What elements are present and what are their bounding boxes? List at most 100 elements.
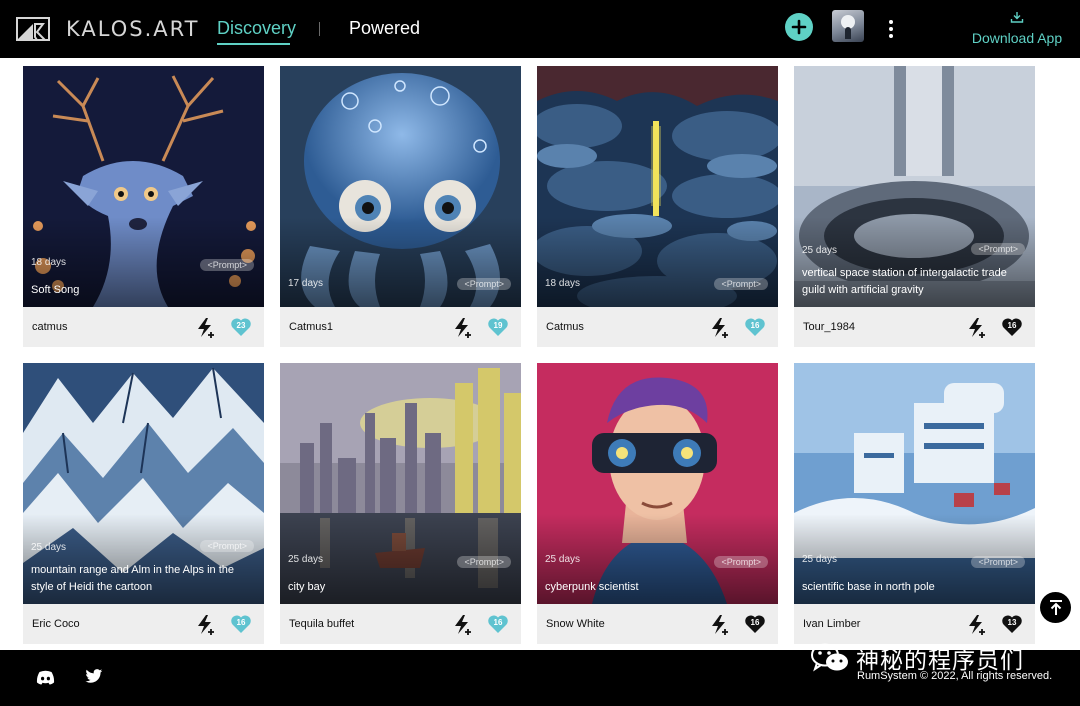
artwork-image[interactable]: 25 days <Prompt> vertical space station …: [794, 66, 1035, 307]
kalos-logo-icon: [16, 17, 50, 41]
artwork-title: cyberpunk scientist: [545, 581, 639, 593]
prompt-tag[interactable]: <Prompt>: [457, 556, 511, 568]
nav-divider: [319, 22, 320, 36]
logo-text: KALOS.ART: [66, 17, 200, 41]
like-count: 16: [493, 618, 503, 627]
like-button[interactable]: 13: [1001, 614, 1023, 634]
like-count: 13: [1007, 618, 1017, 627]
like-count: 23: [236, 321, 246, 330]
author-name[interactable]: Tour_1984: [803, 321, 855, 333]
age-label: 25 days: [31, 542, 67, 553]
artwork-card[interactable]: 18 days <Prompt> Catmus 16: [537, 66, 778, 347]
age-label: 25 days: [802, 245, 838, 256]
artwork-title: scientific base in north pole: [802, 581, 935, 593]
user-avatar[interactable]: [832, 10, 864, 42]
author-name[interactable]: Ivan Limber: [803, 618, 860, 630]
artwork-image[interactable]: 17 days <Prompt>: [280, 66, 521, 307]
age-label: 25 days: [288, 554, 324, 565]
card-footer: Catmus1 19: [280, 307, 521, 347]
like-count: 16: [750, 618, 760, 627]
artwork-image[interactable]: 25 days <Prompt> scientific base in nort…: [794, 363, 1035, 604]
discord-icon[interactable]: [36, 670, 55, 685]
artwork-title: Soft Song: [31, 284, 80, 296]
card-footer: Catmus 16: [537, 307, 778, 347]
twitter-icon[interactable]: [85, 669, 103, 684]
back-to-top-button[interactable]: [1040, 592, 1071, 623]
remix-bolt-icon[interactable]: [966, 317, 988, 339]
tab-powered[interactable]: Powered: [349, 18, 420, 39]
arrow-up-icon: [1049, 599, 1062, 615]
like-button[interactable]: 23: [230, 317, 252, 337]
author-name[interactable]: Snow White: [546, 618, 605, 630]
author-name[interactable]: Catmus1: [289, 321, 333, 333]
download-app-label: Download App: [971, 30, 1063, 46]
card-footer: Snow White 16: [537, 604, 778, 644]
artwork-card[interactable]: 25 days <Prompt> vertical space station …: [794, 66, 1035, 347]
download-icon: [1010, 12, 1024, 23]
age-label: 18 days: [31, 257, 67, 268]
artwork-card[interactable]: 17 days <Prompt> Catmus1 19: [280, 66, 521, 347]
wechat-icon: [811, 643, 848, 672]
artwork-image[interactable]: 25 days <Prompt> cyberpunk scientist: [537, 363, 778, 604]
footer: 神秘的程序员们 RumSystem © 2022, All rights res…: [0, 643, 1080, 706]
card-footer: Eric Coco 16: [23, 604, 264, 644]
artwork-title: city bay: [288, 581, 326, 593]
prompt-tag[interactable]: <Prompt>: [714, 278, 768, 290]
like-count: 16: [1007, 321, 1017, 330]
remix-bolt-icon[interactable]: [709, 614, 731, 636]
artwork-image[interactable]: 25 days <Prompt> mountain range and Alm …: [23, 363, 264, 604]
artwork-card[interactable]: 25 days <Prompt> cyberpunk scientist Sno…: [537, 363, 778, 644]
copyright-text: RumSystem © 2022, All rights reserved.: [857, 670, 1053, 682]
age-label: 25 days: [802, 554, 838, 565]
remix-bolt-icon[interactable]: [452, 317, 474, 339]
tab-discovery[interactable]: Discovery: [217, 18, 296, 39]
active-tab-indicator: [217, 43, 290, 45]
artwork-card[interactable]: 25 days <Prompt> scientific base in nort…: [794, 363, 1035, 644]
like-button[interactable]: 19: [487, 317, 509, 337]
artwork-title: vertical space station of intergalactic …: [802, 267, 1007, 296]
like-button[interactable]: 16: [1001, 317, 1023, 337]
like-count: 19: [493, 321, 503, 330]
remix-bolt-icon[interactable]: [195, 614, 217, 636]
artwork-image[interactable]: 18 days <Prompt>: [537, 66, 778, 307]
prompt-tag[interactable]: <Prompt>: [200, 259, 254, 271]
artwork-image[interactable]: 25 days <Prompt> city bay: [280, 363, 521, 604]
remix-bolt-icon[interactable]: [195, 317, 217, 339]
artwork-image[interactable]: 18 days <Prompt> Soft Song: [23, 66, 264, 307]
author-name[interactable]: Catmus: [546, 321, 584, 333]
prompt-tag[interactable]: <Prompt>: [200, 540, 254, 552]
logo[interactable]: KALOS.ART: [16, 17, 200, 41]
author-name[interactable]: catmus: [32, 321, 67, 333]
artwork-card[interactable]: 25 days <Prompt> mountain range and Alm …: [23, 363, 264, 644]
artwork-grid: 18 days <Prompt> Soft Song catmus 23 17 …: [0, 58, 1080, 650]
like-button[interactable]: 16: [487, 614, 509, 634]
age-label: 18 days: [545, 278, 581, 289]
like-button[interactable]: 16: [744, 614, 766, 634]
like-count: 16: [236, 618, 246, 627]
like-button[interactable]: 16: [744, 317, 766, 337]
card-footer: catmus 23: [23, 307, 264, 347]
age-label: 17 days: [288, 278, 324, 289]
age-label: 25 days: [545, 554, 581, 565]
remix-bolt-icon[interactable]: [452, 614, 474, 636]
like-count: 16: [750, 321, 760, 330]
author-name[interactable]: Tequila buffet: [289, 618, 354, 630]
prompt-tag[interactable]: <Prompt>: [457, 278, 511, 290]
prompt-tag[interactable]: <Prompt>: [971, 243, 1025, 255]
artwork-card[interactable]: 18 days <Prompt> Soft Song catmus 23: [23, 66, 264, 347]
artwork-title: mountain range and Alm in the Alps in th…: [31, 564, 235, 593]
card-footer: Ivan Limber 13: [794, 604, 1035, 644]
download-app-button[interactable]: Download App: [970, 10, 1064, 46]
remix-bolt-icon[interactable]: [966, 614, 988, 636]
top-nav-bar: KALOS.ART Discovery Powered Download App: [0, 0, 1080, 58]
prompt-tag[interactable]: <Prompt>: [714, 556, 768, 568]
like-button[interactable]: 16: [230, 614, 252, 634]
card-footer: Tequila buffet 16: [280, 604, 521, 644]
artwork-card[interactable]: 25 days <Prompt> city bay Tequila buffet…: [280, 363, 521, 644]
create-button[interactable]: [785, 13, 813, 41]
card-footer: Tour_1984 16: [794, 307, 1035, 347]
prompt-tag[interactable]: <Prompt>: [971, 556, 1025, 568]
more-vertical-icon[interactable]: [884, 19, 898, 39]
remix-bolt-icon[interactable]: [709, 317, 731, 339]
author-name[interactable]: Eric Coco: [32, 618, 80, 630]
